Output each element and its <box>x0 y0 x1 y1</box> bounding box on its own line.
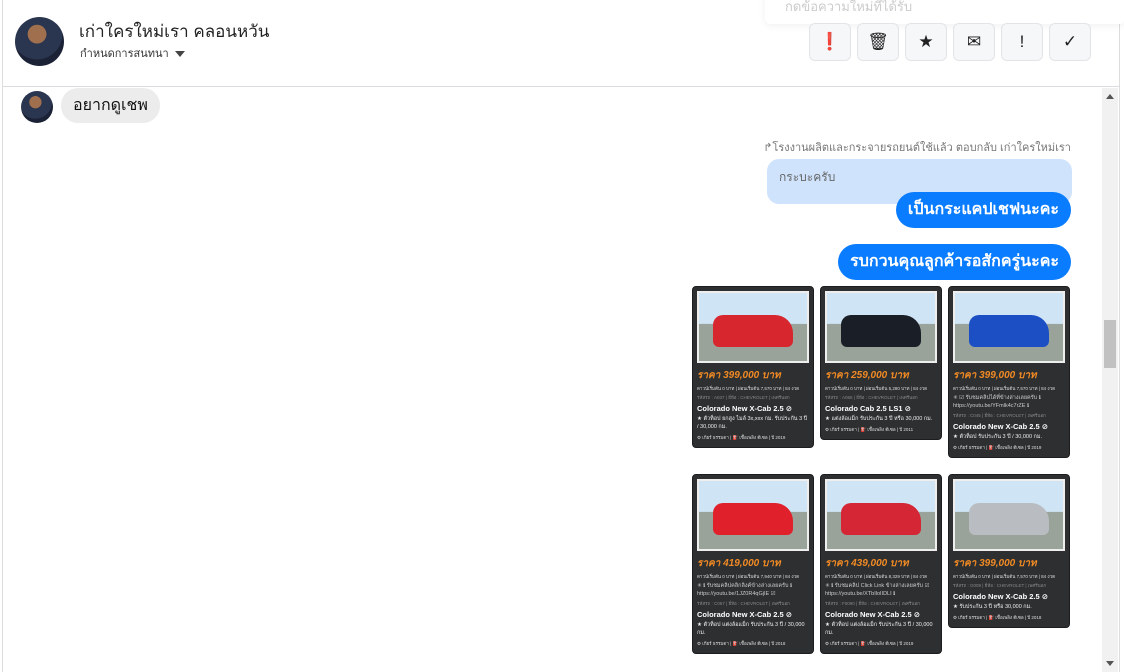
car-photo <box>697 291 809 363</box>
car-price: ราคา 259,000 บาท <box>825 370 909 381</box>
car-finance-info: ดาวน์เริ่มต้น 0 บาท | ผ่อนเริ่มต้น 7,570… <box>697 386 800 391</box>
spam-icon: ❗ <box>819 32 841 51</box>
scroll-up-icon[interactable] <box>1106 94 1114 99</box>
car-title: Colorado New X-Cab 2.5 ⊘ <box>953 592 1049 601</box>
car-title: Colorado New X-Cab 2.5 ⊘ <box>825 610 921 619</box>
incoming-message: อยากดูเชพ <box>61 88 160 123</box>
car-shape <box>841 503 921 535</box>
car-description: ★ ตัวท็อป ยกสูง ไมล์ 3x,xxx กม. รับประกั… <box>697 416 808 430</box>
car-price: ราคา 439,000 บาท <box>825 558 909 569</box>
car-photo <box>825 479 937 551</box>
car-description: ★ ตัวท็อป แต่งล้อแม็ก รับประกัน 3 ปี / 3… <box>825 622 933 636</box>
car-tags: รหัสรถ : C067 | ยี่ห้อ : CHEVROLET | เพศ… <box>697 601 790 606</box>
car-price: ราคา 419,000 บาท <box>697 558 781 569</box>
car-listing-card[interactable]: ราคา 399,000 บาท ดาวน์เริ่มต้น 0 บาท | ผ… <box>948 286 1070 458</box>
car-price: ราคา 399,000 บาท <box>697 370 781 381</box>
car-tags: รหัสรถ : A037 | ยี่ห้อ : CHEVROLET | เพศ… <box>697 395 790 400</box>
car-listing-card[interactable]: ราคา 399,000 บาท ดาวน์เริ่มต้น 0 บาท | ผ… <box>692 286 814 448</box>
conversation-settings-label: กำหนดการสนทนา <box>80 48 169 60</box>
video-link[interactable]: ✳ ℹ รับชมคลิป Click Link ข้างล่างเลยครับ… <box>825 582 937 598</box>
delete-button[interactable]: 🗑 <box>857 23 899 61</box>
car-specs: ⚙ เกียร์ ธรรมดา | ⛽ เชื้อเพลิง ดีเซล | ป… <box>953 445 1042 450</box>
car-shape <box>713 503 793 535</box>
car-photo <box>953 291 1065 363</box>
outgoing-message: เป็นกระแคปเชฟนะคะ <box>895 192 1071 228</box>
contact-avatar[interactable] <box>15 17 64 66</box>
car-photo <box>953 479 1065 551</box>
spam-button[interactable]: ❗ <box>809 23 851 61</box>
car-description: ★ ตัวท็อป รับประกัน 3 ปี / 30,000 กม. <box>953 434 1043 440</box>
car-description: ★ ตัวท็อป แต่งล้อแม็ก รับประกัน 3 ปี / 3… <box>697 622 805 636</box>
car-title: Colorado New X-Cab 2.5 ⊘ <box>953 422 1049 431</box>
scrollbar[interactable] <box>1102 88 1118 672</box>
delete-icon: 🗑 <box>867 32 889 51</box>
message-thread: อยากดูเชพ ↱โรงงานผลิตและกระจายรถยนต์ใช้แ… <box>3 88 1101 672</box>
video-link[interactable]: ✳ ℹ รับชมคลิปคลิกลิงค์ข้างล่างเลยครับ ℹ … <box>697 582 809 598</box>
car-description: ★ รับประกัน 3 ปี หรือ 30,000 กม. <box>953 604 1032 610</box>
car-specs: ⚙ เกียร์ ธรรมดา | ⛽ เชื้อเพลิง ดีเซล | ป… <box>825 641 914 646</box>
car-tags: รหัสรถ : A085 | ยี่ห้อ : CHEVROLET | เพศ… <box>825 395 918 400</box>
car-title: Colorado Cab 2.5 LS1 ⊘ <box>825 404 911 413</box>
car-finance-info: ดาวน์เริ่มต้น 0 บาท | ผ่อนเริ่มต้น 7,940… <box>697 574 800 579</box>
sender-avatar <box>21 91 53 123</box>
car-photo <box>697 479 809 551</box>
done-icon: ✓ <box>1062 32 1078 51</box>
caret-down-icon <box>174 51 185 58</box>
car-tags: รหัสรถ : G009 | ยี่ห้อ : CHEVROLET | เพศ… <box>953 583 1047 588</box>
car-title: Colorado New X-Cab 2.5 ⊘ <box>697 610 793 619</box>
car-specs: ⚙ เกียร์ ธรรมดา | ⛽ เชื้อเพลิง ดีเซล | ป… <box>953 615 1042 620</box>
car-listing-card[interactable]: ราคา 439,000 บาท ดาวน์เริ่มต้น 0 บาท | ผ… <box>820 474 942 654</box>
car-specs: ⚙ เกียร์ ธรรมดา | ⛽ เชื้อเพลิง ดีเซล | ป… <box>697 435 786 440</box>
car-specs: ⚙ เกียร์ ธรรมดา | ⛽ เชื้อเพลิง ดีเซล | ป… <box>697 641 786 646</box>
car-shape <box>841 315 921 347</box>
car-listing-card[interactable]: ราคา 259,000 บาท ดาวน์เริ่มต้น 0 บาท | ผ… <box>820 286 942 440</box>
conversation-header: เก่าใครใหม่เรา คลอนหวัน กำหนดการสนทนา กด… <box>3 0 1124 87</box>
car-finance-info: ดาวน์เริ่มต้น 0 บาท | ผ่อนเริ่มต้น 8,329… <box>825 574 928 579</box>
notification-toast: กดข้อความใหม่ที่ได้รับ <box>765 0 1124 24</box>
contact-name[interactable]: เก่าใครใหม่เรา คลอนหวัน <box>79 18 269 45</box>
car-finance-info: ดาวน์เริ่มต้น 0 บาท | ผ่อนเริ่มต้น 7,570… <box>953 386 1056 391</box>
action-toolbar: ❗ 🗑 ★ ✉! ✓ <box>809 23 1091 61</box>
star-button[interactable]: ★ <box>905 23 947 61</box>
important-button[interactable]: ! <box>1001 23 1043 61</box>
car-tags: รหัสรถ : C045 | ยี่ห้อ : CHEVROLET | เพศ… <box>953 413 1046 418</box>
car-description: ★ แต่งล้อแม็ก รับประกัน 3 ปี หรือ 30,000… <box>825 416 933 422</box>
car-shape <box>969 503 1049 535</box>
car-shape <box>713 315 793 347</box>
car-price: ราคา 399,000 บาท <box>953 558 1037 569</box>
car-tags: รหัสรถ : F0090 | ยี่ห้อ : CHEVROLET | เพ… <box>825 601 920 606</box>
car-title: Colorado New X-Cab 2.5 ⊘ <box>697 404 793 413</box>
scrollbar-thumb[interactable] <box>1104 320 1116 368</box>
car-shape <box>969 315 1049 347</box>
car-listing-card[interactable]: ราคา 419,000 บาท ดาวน์เริ่มต้น 0 บาท | ผ… <box>692 474 814 654</box>
outgoing-message: รบกวนคุณลูกค้ารอสักครู่นะคะ <box>838 244 1071 280</box>
conversation-settings-dropdown[interactable]: กำหนดการสนทนา <box>80 44 185 62</box>
mark-unread-icon: ✉ <box>966 32 982 51</box>
mark-unread-button[interactable]: ✉ <box>953 23 995 61</box>
car-specs: ⚙ เกียร์ ธรรมดา | ⛽ เชื้อเพลิง ดีเซล | ป… <box>825 427 914 432</box>
car-photo <box>825 291 937 363</box>
reply-meta: ↱โรงงานผลิตและกระจายรถยนต์ใช้แล้ว ตอบกลั… <box>763 142 1071 154</box>
star-icon: ★ <box>918 32 934 51</box>
scroll-down-icon[interactable] <box>1106 661 1114 666</box>
car-finance-info: ดาวน์เริ่มต้น 0 บาท | ผ่อนเริ่มต้น 5,280… <box>825 386 928 391</box>
car-listing-card[interactable]: ราคา 399,000 บาท ดาวน์เริ่มต้น 0 บาท | ผ… <box>948 474 1070 628</box>
important-icon: ! <box>1019 32 1025 51</box>
done-button[interactable]: ✓ <box>1049 23 1091 61</box>
car-price: ราคา 399,000 บาท <box>953 370 1037 381</box>
video-link[interactable]: ✳ ☑ รับชมคลิปได้ที่ข้างล่างเลยครับ ℹ htt… <box>953 394 1065 410</box>
car-finance-info: ดาวน์เริ่มต้น 0 บาท | ผ่อนเริ่มต้น 7,570… <box>953 574 1056 579</box>
